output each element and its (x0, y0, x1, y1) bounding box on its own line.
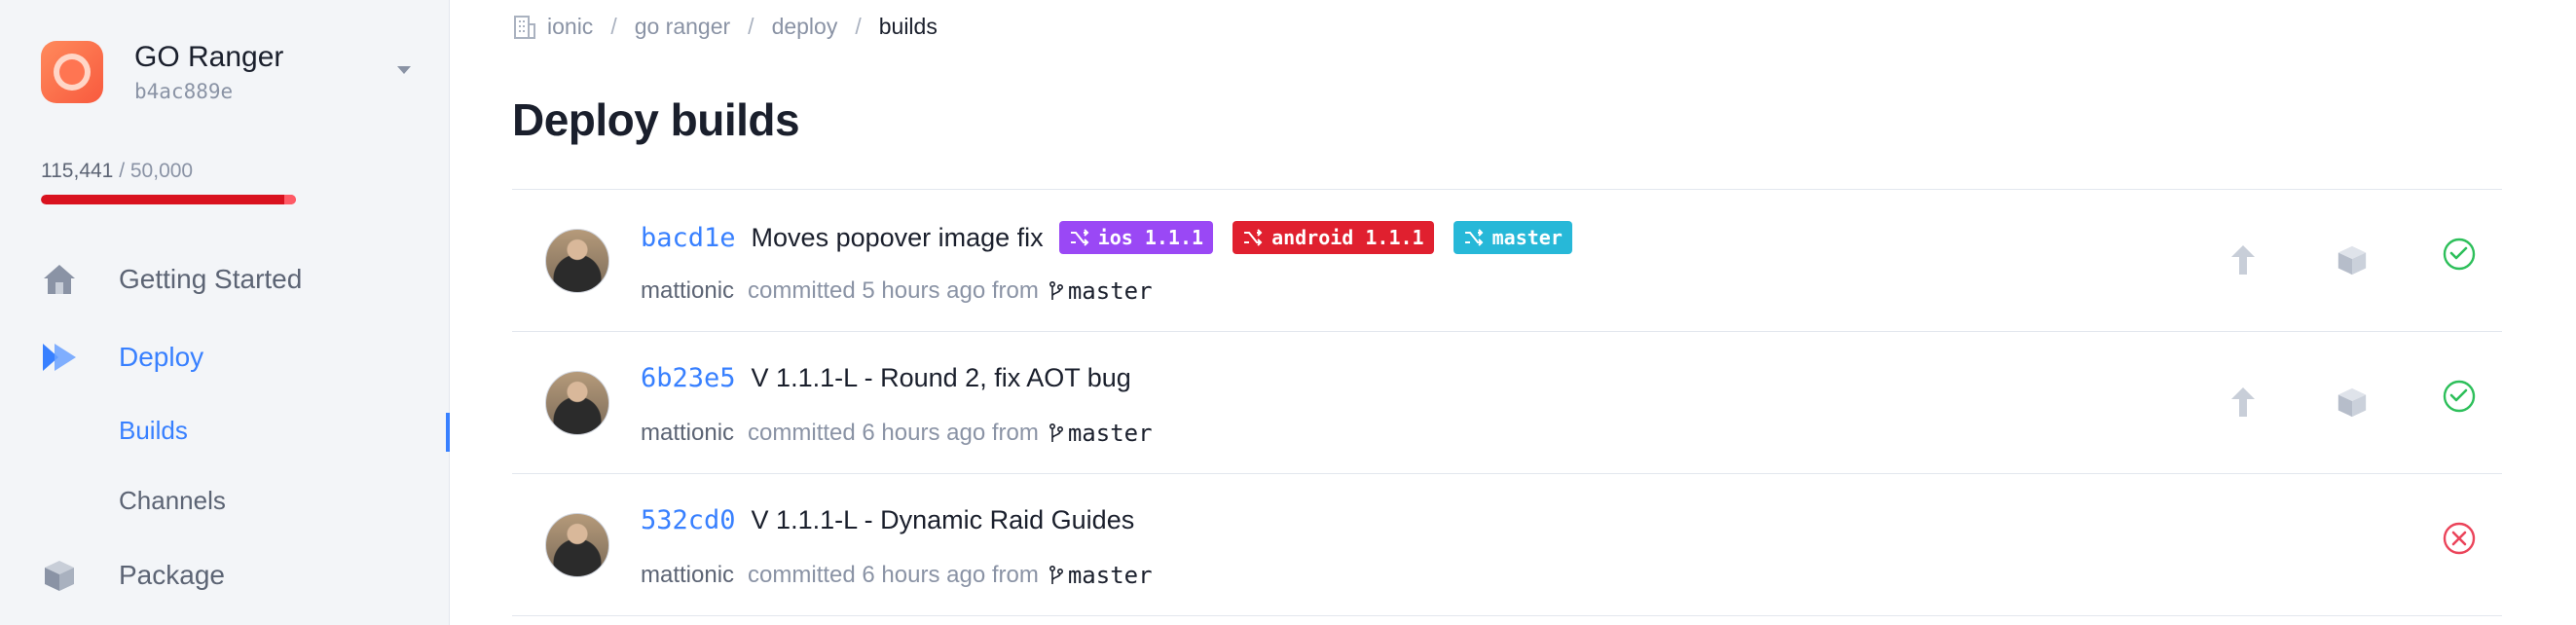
status-failed-icon (2440, 519, 2479, 558)
build-meta-line: mattionic committed 6 hours ago from mas… (641, 420, 1153, 447)
usage-text: 115,441 / 50,000 (41, 160, 296, 183)
commit-sha-link[interactable]: 532cd0 (641, 505, 736, 535)
branch-name: master (1067, 420, 1153, 447)
commit-author: mattionic (641, 562, 735, 588)
home-icon (41, 261, 78, 298)
page-title: Deploy builds (512, 94, 800, 145)
branch-name: master (1067, 277, 1153, 305)
branch-name: master (1067, 562, 1153, 589)
status-success-icon (2440, 235, 2479, 274)
main-content: ionic / go ranger / deploy / builds Depl… (450, 0, 2576, 625)
deploy-to-channel-icon[interactable] (2224, 383, 2263, 422)
git-branch-icon (1049, 423, 1063, 442)
commit-time: committed 6 hours ago from (748, 420, 1039, 446)
channel-tag-label: master (1491, 226, 1563, 249)
usage-limit: 50,000 (129, 160, 194, 182)
branch-ref: master (1049, 562, 1153, 589)
usage-meter: 115,441 / 50,000 (41, 160, 296, 204)
avatar (545, 229, 609, 293)
channel-tag-label: android 1.1.1 (1271, 226, 1424, 249)
build-meta-line: mattionic committed 5 hours ago from mas… (641, 277, 1153, 305)
usage-used: 115,441 (41, 160, 114, 182)
build-actions (2190, 332, 2502, 474)
build-title-line: bacd1e Moves popover image fix ios 1.1.1… (641, 221, 1572, 254)
sidebar: GO Ranger b4ac889e 115,441 / 50,000 Gett… (0, 0, 450, 625)
app-name: GO Ranger (134, 41, 284, 73)
commit-message: Moves popover image fix (751, 222, 1044, 252)
package-build-icon[interactable] (2333, 383, 2372, 422)
build-row[interactable]: 532cd0 V 1.1.1-L - Dynamic Raid Guides m… (512, 474, 2502, 616)
build-row[interactable]: 6b23e5 V 1.1.1-L - Round 2, fix AOT bug … (512, 332, 2502, 474)
channel-tag-ios[interactable]: ios 1.1.1 (1058, 221, 1214, 254)
organization-icon (514, 15, 535, 39)
sidebar-item-deploy[interactable]: Deploy (41, 339, 203, 376)
avatar (545, 513, 609, 577)
commit-time: committed 6 hours ago from (748, 562, 1039, 588)
breadcrumb-separator: / (855, 14, 862, 39)
channel-tag-master[interactable]: master (1453, 221, 1572, 254)
git-branch-icon (1049, 565, 1063, 584)
usage-bar (41, 195, 296, 204)
breadcrumb-org[interactable]: ionic (547, 14, 593, 40)
avatar (545, 371, 609, 435)
sidebar-item-label: Deploy (119, 342, 204, 372)
chevron-down-icon[interactable] (397, 66, 411, 74)
channel-tag-label: ios 1.1.1 (1097, 226, 1204, 249)
build-actions (2190, 474, 2502, 616)
commit-author: mattionic (641, 420, 735, 446)
status-success-icon (2440, 377, 2479, 416)
sidebar-subitem-builds[interactable]: Builds (119, 416, 188, 446)
app-meta: GO Ranger b4ac889e (134, 41, 283, 103)
commit-author: mattionic (641, 277, 735, 304)
usage-bar-fill (41, 195, 296, 204)
sidebar-item-getting-started[interactable]: Getting Started (41, 261, 302, 298)
commit-sha-link[interactable]: bacd1e (641, 223, 736, 253)
channel-tag-android[interactable]: android 1.1.1 (1233, 221, 1434, 254)
deploy-icon (41, 339, 78, 376)
branch-ref: master (1049, 420, 1153, 447)
app-id: b4ac889e (134, 80, 234, 103)
shuffle-icon (1070, 229, 1089, 246)
sidebar-item-package[interactable]: Package (41, 557, 225, 594)
breadcrumb-section[interactable]: deploy (772, 14, 838, 40)
branch-ref: master (1049, 277, 1153, 305)
breadcrumb: ionic / go ranger / deploy / builds (512, 14, 938, 40)
app-logo-icon (41, 41, 103, 103)
commit-message: V 1.1.1-L - Round 2, fix AOT bug (751, 363, 1131, 392)
package-build-icon[interactable] (2333, 240, 2372, 279)
usage-overage (284, 195, 296, 204)
build-title-line: 6b23e5 V 1.1.1-L - Round 2, fix AOT bug (641, 363, 1131, 393)
commit-message: V 1.1.1-L - Dynamic Raid Guides (751, 505, 1135, 534)
build-actions (2190, 190, 2502, 332)
package-icon (41, 557, 78, 594)
deploy-to-channel-icon[interactable] (2224, 240, 2263, 279)
sidebar-item-label: Package (119, 560, 225, 590)
build-title-line: 532cd0 V 1.1.1-L - Dynamic Raid Guides (641, 505, 1134, 535)
app-switcher[interactable]: GO Ranger b4ac889e (41, 39, 411, 105)
shuffle-icon (1244, 229, 1263, 246)
build-meta-line: mattionic committed 6 hours ago from mas… (641, 562, 1153, 589)
breadcrumb-app[interactable]: go ranger (635, 14, 730, 40)
git-branch-icon (1049, 280, 1063, 300)
breadcrumb-current: builds (878, 14, 938, 39)
shuffle-icon (1464, 229, 1484, 246)
commit-time: committed 5 hours ago from (748, 277, 1039, 304)
build-row[interactable]: bacd1e Moves popover image fix ios 1.1.1… (512, 190, 2502, 332)
build-list: bacd1e Moves popover image fix ios 1.1.1… (512, 189, 2502, 616)
breadcrumb-separator: / (610, 14, 617, 39)
sidebar-item-label: Getting Started (119, 264, 303, 294)
sidebar-subitem-channels[interactable]: Channels (119, 486, 226, 516)
commit-sha-link[interactable]: 6b23e5 (641, 363, 736, 393)
usage-separator: / (113, 160, 130, 182)
breadcrumb-separator: / (748, 14, 754, 39)
